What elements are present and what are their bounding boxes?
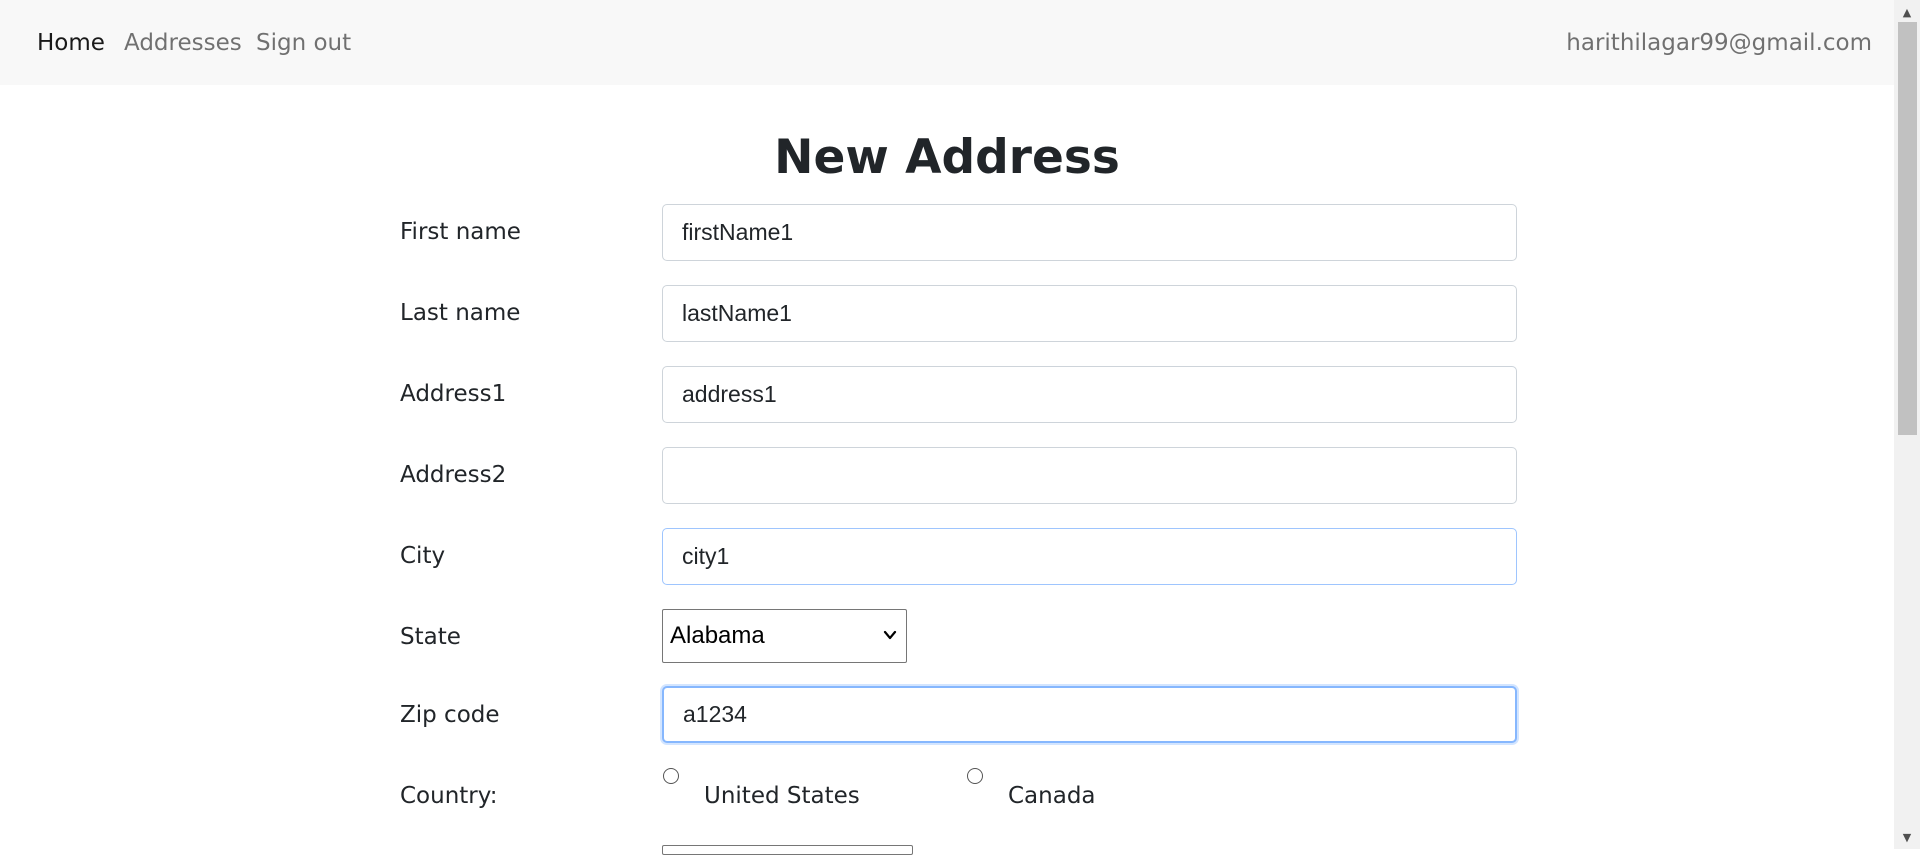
scroll-down-arrow-icon[interactable]: ▼ [1894,827,1920,847]
nav-link-home[interactable]: Home [37,28,105,58]
address1-input[interactable] [662,366,1517,423]
address2-label: Address2 [400,462,507,488]
page-title: New Address [774,130,1120,185]
vertical-scrollbar[interactable]: ▲ ▼ [1894,0,1920,849]
nav-link-addresses[interactable]: Addresses [124,28,242,58]
state-select[interactable]: Alabama [662,609,907,663]
radio-united-states[interactable] [663,768,679,784]
address2-input[interactable] [662,447,1517,504]
scroll-up-arrow-icon[interactable]: ▲ [1894,2,1920,22]
zip-code-label: Zip code [400,702,500,728]
city-input[interactable] [662,528,1517,585]
radio-canada[interactable] [967,768,983,784]
first-name-label: First name [400,219,521,245]
state-selected-value: Alabama [670,622,765,649]
first-name-input[interactable] [662,204,1517,261]
last-name-input[interactable] [662,285,1517,342]
user-email: harithilagar99@gmail.com [1566,30,1872,56]
state-label: State [400,624,461,650]
radio-label-canada: Canada [1008,783,1096,809]
city-label: City [400,543,446,569]
radio-label-united-states: United States [704,783,860,809]
last-name-label: Last name [400,300,521,326]
next-field-partial[interactable] [662,845,913,855]
country-label: Country: [400,783,498,809]
chevron-down-icon [883,630,897,640]
navbar: Home Addresses Sign out harithilagar99@g… [0,0,1894,85]
address1-label: Address1 [400,381,507,407]
nav-link-sign-out[interactable]: Sign out [256,28,351,58]
scroll-thumb[interactable] [1898,22,1917,435]
zip-code-input[interactable] [662,686,1517,743]
